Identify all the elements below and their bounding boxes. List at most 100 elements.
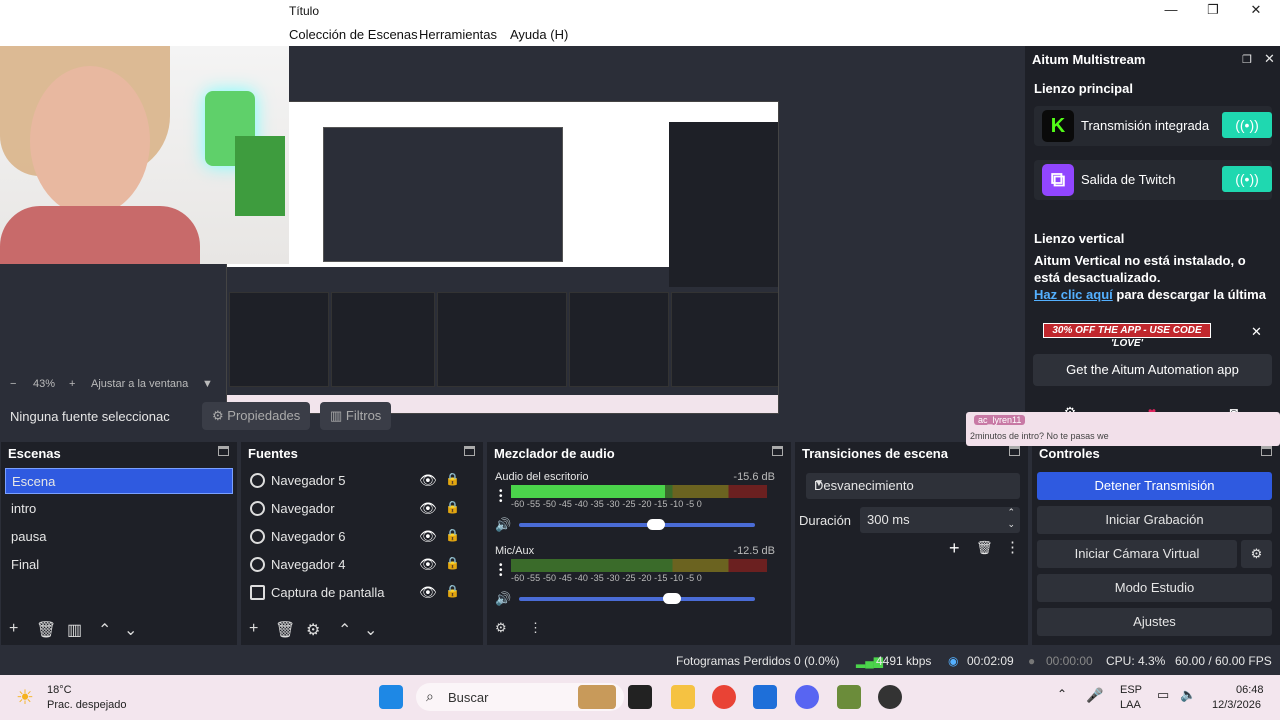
promo-banner[interactable]: 30% OFF THE APP - USE CODE 'LOVE' <box>1043 323 1211 349</box>
add-icon[interactable]: + <box>249 620 258 638</box>
move-up-icon[interactable]: ⌃ <box>338 620 351 640</box>
main-canvas-label: Lienzo principal <box>1034 81 1133 96</box>
zoom-fit-label[interactable]: Ajustar a la ventana <box>91 378 188 390</box>
menu-dots-icon[interactable]: • • • <box>499 561 503 581</box>
preview-canvas[interactable] <box>0 46 1025 414</box>
zoom-out-button[interactable]: − <box>10 378 16 390</box>
volume-slider[interactable] <box>519 593 755 604</box>
network-icon[interactable]: ▭ <box>1157 687 1169 703</box>
mixer-channel: Mic/Aux -12.5 dB • • • -60 -55 -50 -45 -40… <box>495 545 775 615</box>
source-item[interactable]: Navegador 6 👁 🔒 <box>245 524 473 550</box>
sources-dock: Fuentes Navegador 5 👁 🔒 Navegador 👁 🔒 Nave… <box>240 442 483 645</box>
virtual-cam-gear-icon[interactable]: ⚙ <box>1241 540 1272 568</box>
filter-icon[interactable]: ▥ <box>67 620 82 640</box>
move-down-icon[interactable]: ⌄ <box>364 620 377 640</box>
volume-slider[interactable] <box>519 519 755 530</box>
chevron-down-icon[interactable]: ⌄ <box>1007 519 1015 530</box>
close-promo-icon[interactable]: ✕ <box>1251 324 1262 340</box>
studio-mode-button[interactable]: Modo Estudio <box>1037 574 1272 602</box>
popout-icon[interactable] <box>218 446 229 456</box>
live-toggle-button[interactable]: ((•)) <box>1222 112 1272 138</box>
eye-icon[interactable]: 👁 <box>419 556 437 573</box>
discord-icon[interactable] <box>795 685 819 709</box>
trash-icon[interactable]: 🗑 <box>36 620 56 640</box>
source-item[interactable]: Navegador 👁 🔒 <box>245 496 473 522</box>
properties-button[interactable]: ⚙ Propiedades <box>202 402 311 430</box>
vertical-msg-text: Aitum Vertical no está instalado, o está… <box>1034 253 1246 285</box>
transition-select[interactable]: Desvanecimiento ▼ <box>806 473 1020 499</box>
terminal-icon[interactable] <box>628 685 652 709</box>
popout-icon[interactable] <box>1009 446 1020 456</box>
trash-icon[interactable]: 🗑 <box>976 540 993 556</box>
weather-icon[interactable]: ☀ <box>16 685 34 710</box>
move-up-icon[interactable]: ⌃ <box>98 620 111 640</box>
add-icon[interactable]: + <box>9 620 18 638</box>
speaker-icon[interactable]: 🔈 <box>1180 687 1196 703</box>
lang-1[interactable]: ESP <box>1120 684 1142 696</box>
scene-item[interactable]: Final <box>5 552 233 578</box>
settings-button[interactable]: Ajustes <box>1037 608 1272 636</box>
download-link[interactable]: Haz clic aquí <box>1034 287 1113 302</box>
stop-stream-button[interactable]: Detener Transmisión <box>1037 472 1272 500</box>
close-icon[interactable]: ✕ <box>1264 51 1275 67</box>
obs-icon[interactable] <box>878 685 902 709</box>
live-toggle-button[interactable]: ((•)) <box>1222 166 1272 192</box>
source-item[interactable]: Navegador 4 👁 🔒 <box>245 552 473 578</box>
add-icon[interactable]: + <box>949 538 960 559</box>
scene-item[interactable]: pausa <box>5 524 233 550</box>
source-item[interactable]: Navegador 5 👁 🔒 <box>245 468 473 494</box>
lock-icon[interactable]: 🔒 <box>445 472 460 486</box>
gear-icon[interactable]: ⚙ <box>306 620 320 640</box>
lock-icon[interactable]: 🔒 <box>445 528 460 542</box>
eye-icon[interactable]: 👁 <box>419 472 437 489</box>
scene-item[interactable]: intro <box>5 496 233 522</box>
popout-icon[interactable] <box>1261 446 1272 456</box>
menu-dots-icon[interactable]: ⋮ <box>529 620 542 636</box>
filters-button[interactable]: ▥ Filtros <box>320 402 392 430</box>
folder-icon[interactable] <box>671 685 695 709</box>
menu-scene-collection[interactable]: Colección de Escenas <box>289 27 418 42</box>
close-icon[interactable]: ✕ <box>1241 2 1271 20</box>
source-item[interactable]: Captura de pantalla 👁 🔒 <box>245 580 473 606</box>
store-icon[interactable] <box>753 685 777 709</box>
popout-icon[interactable] <box>464 446 475 456</box>
menu-tools[interactable]: Herramientas <box>419 27 497 42</box>
start-virtual-cam-button[interactable]: Iniciar Cámara Virtual <box>1037 540 1237 568</box>
scene-item[interactable]: Escena <box>5 468 233 494</box>
lock-icon[interactable]: 🔒 <box>445 500 460 514</box>
lang-2[interactable]: LAA <box>1120 699 1141 711</box>
gear-icon[interactable]: ⚙ <box>495 620 507 636</box>
globe-icon <box>250 473 265 488</box>
chevron-up-icon[interactable]: ⌃ <box>1057 687 1067 701</box>
zoom-dropdown-icon[interactable]: ▼ <box>202 378 213 390</box>
menu-dots-icon[interactable]: • • • <box>499 487 503 507</box>
lock-icon[interactable]: 🔒 <box>445 556 460 570</box>
popout-icon[interactable] <box>772 446 783 456</box>
lock-icon[interactable]: 🔒 <box>445 584 460 598</box>
speaker-icon[interactable]: 🔊 <box>495 517 511 533</box>
zoom-in-button[interactable]: + <box>69 378 75 390</box>
mic-icon[interactable]: 🎤 <box>1086 687 1103 704</box>
search-icon: ⌕ <box>426 688 434 704</box>
minecraft-icon[interactable] <box>837 685 861 709</box>
start-recording-button[interactable]: Iniciar Grabación <box>1037 506 1272 534</box>
windows-start-icon[interactable] <box>379 685 403 709</box>
menu-help[interactable]: Ayuda (H) <box>510 27 568 42</box>
no-source-label: Ninguna fuente seleccionac <box>10 409 170 424</box>
automation-app-button[interactable]: Get the Aitum Automation app <box>1033 354 1272 386</box>
move-down-icon[interactable]: ⌄ <box>124 620 137 640</box>
menu-dots-icon[interactable]: ⋮ <box>1005 538 1020 556</box>
popout-icon[interactable]: ❐ <box>1242 53 1252 66</box>
eye-icon[interactable]: 👁 <box>419 584 437 601</box>
duration-value: 300 ms <box>867 512 910 527</box>
chevron-up-icon[interactable]: ⌃ <box>1007 507 1015 518</box>
minimize-icon[interactable]: — <box>1156 2 1186 20</box>
eye-icon[interactable]: 👁 <box>419 528 437 545</box>
speaker-icon[interactable]: 🔊 <box>495 591 511 607</box>
eye-icon[interactable]: 👁 <box>419 500 437 517</box>
duration-input[interactable]: 300 ms ⌃ ⌄ <box>860 507 1020 533</box>
source-label: Navegador 5 <box>271 473 346 488</box>
trash-icon[interactable]: 🗑 <box>275 620 295 640</box>
restore-icon[interactable]: ❐ <box>1198 2 1228 20</box>
chrome-icon[interactable] <box>712 685 736 709</box>
